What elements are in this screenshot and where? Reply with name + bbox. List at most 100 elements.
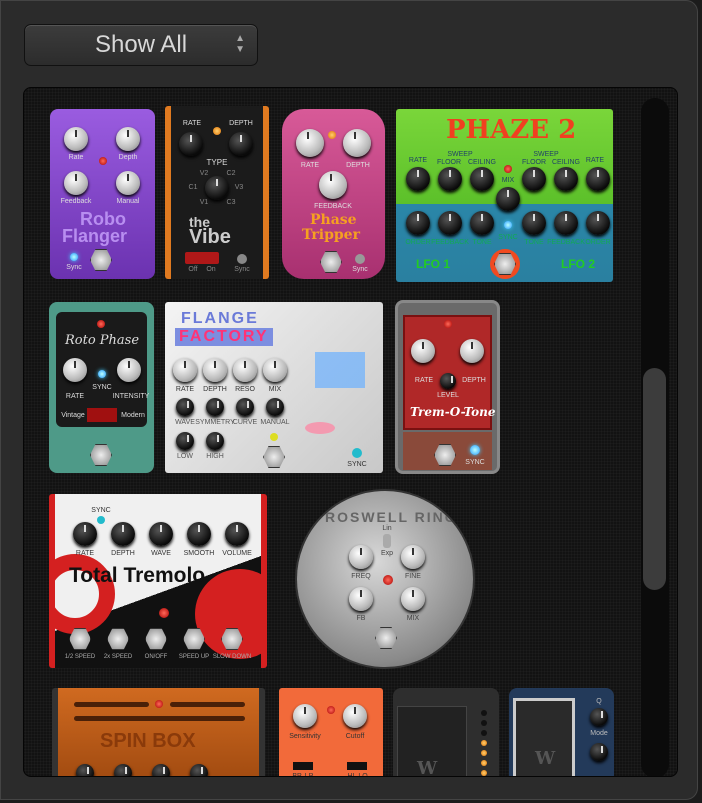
- rate-knob[interactable]: [173, 358, 197, 382]
- pedal-robo-flanger[interactable]: Rate Depth Feedback Manual Robo Flanger …: [50, 109, 155, 279]
- feedback-knob[interactable]: [438, 211, 462, 235]
- cutoff-knob[interactable]: [343, 704, 367, 728]
- double-speed-switch[interactable]: [107, 628, 129, 650]
- reso-knob[interactable]: [233, 358, 257, 382]
- rate-knob[interactable]: [586, 167, 610, 191]
- depth-knob[interactable]: [116, 127, 140, 151]
- footswitch[interactable]: [263, 446, 285, 468]
- feedback-knob[interactable]: [64, 171, 88, 195]
- mode-knob[interactable]: [590, 743, 608, 761]
- rate-knob[interactable]: [64, 127, 88, 151]
- level-knob[interactable]: [440, 373, 456, 389]
- high-knob[interactable]: [206, 432, 224, 450]
- footswitch[interactable]: [320, 251, 342, 273]
- rate-knob[interactable]: [406, 167, 430, 191]
- pedal-trem-o-tone[interactable]: RATE DEPTH LEVEL Trem-O-Tone SYNC: [395, 300, 500, 474]
- sync-led[interactable]: [352, 448, 362, 458]
- pedal-phase-tripper[interactable]: RATE DEPTH FEEDBACK Phase Tripper Sync: [282, 109, 385, 279]
- sync-led[interactable]: [97, 516, 105, 524]
- feedback-knob[interactable]: [554, 211, 578, 235]
- pedal-phaze-2[interactable]: PHAZE 2 RATE SWEEP FLOOR CEILING SWEEP F…: [396, 109, 613, 282]
- pedal-spin-box[interactable]: SPIN BOX: [52, 688, 265, 776]
- knob[interactable]: [152, 764, 170, 776]
- mode-switch[interactable]: [87, 408, 117, 422]
- floor-knob[interactable]: [522, 167, 546, 191]
- title: Roto Phase: [65, 333, 140, 348]
- wave-knob[interactable]: [149, 522, 173, 546]
- depth-knob[interactable]: [203, 358, 227, 382]
- knob[interactable]: [190, 764, 208, 776]
- footswitch[interactable]: [90, 249, 112, 271]
- wave-knob[interactable]: [176, 398, 194, 416]
- mix-knob[interactable]: [263, 358, 287, 382]
- lin-exp-toggle[interactable]: [383, 534, 391, 548]
- label: Modern: [121, 412, 145, 419]
- label: VOLUME: [222, 550, 252, 557]
- tone-knob[interactable]: [522, 211, 546, 235]
- pedal-flange-factory[interactable]: FLANGE FACTORY RATE DEPTH RESO MIX WAVE …: [165, 302, 383, 473]
- knob[interactable]: [114, 764, 132, 776]
- sync-led[interactable]: [504, 221, 512, 229]
- sensitivity-knob[interactable]: [293, 704, 317, 728]
- led: [504, 165, 512, 173]
- feedback-knob[interactable]: [319, 171, 347, 199]
- rate-knob[interactable]: [63, 358, 87, 382]
- pedal-the-vibe[interactable]: RATE DEPTH TYPE V2 C2 C1 V3 V1 C3 the Vi…: [165, 106, 269, 279]
- pedal-wah-blue[interactable]: W Q Mode: [509, 688, 614, 776]
- sync-button[interactable]: [237, 254, 247, 264]
- scrollbar-thumb[interactable]: [643, 368, 666, 590]
- curve-knob[interactable]: [236, 398, 254, 416]
- depth-knob[interactable]: [229, 132, 253, 156]
- bp-lp-switch[interactable]: [293, 762, 313, 770]
- pedal-wah-black[interactable]: W: [393, 688, 499, 776]
- order-knob[interactable]: [406, 211, 430, 235]
- label: CURVE: [232, 419, 258, 426]
- pedal-roswell-ringer[interactable]: ROSWELL RINGER Lin Exp FREQ FINE FB MIX: [295, 489, 475, 669]
- ceiling-knob[interactable]: [470, 167, 494, 191]
- category-popup[interactable]: Show All ▲ ▼: [24, 24, 258, 66]
- rate-knob[interactable]: [73, 522, 97, 546]
- label: ORDER: [405, 239, 431, 246]
- ceiling-knob[interactable]: [554, 167, 578, 191]
- depth-knob[interactable]: [460, 339, 484, 363]
- fine-knob[interactable]: [401, 545, 425, 569]
- hi-lo-switch[interactable]: [347, 762, 367, 770]
- pedal-grid: Rate Depth Feedback Manual Robo Flanger …: [23, 87, 678, 777]
- mix-knob[interactable]: [401, 587, 425, 611]
- pedal-total-tremolo[interactable]: SYNC RATE DEPTH WAVE SMOOTH VOLUME Total…: [49, 494, 267, 668]
- mix-knob[interactable]: [496, 187, 520, 211]
- smooth-knob[interactable]: [187, 522, 211, 546]
- sync-led[interactable]: [470, 445, 480, 455]
- volume-knob[interactable]: [225, 522, 249, 546]
- knob[interactable]: [76, 764, 94, 776]
- type-knob[interactable]: [205, 176, 229, 200]
- manual-knob[interactable]: [116, 171, 140, 195]
- sync-led[interactable]: [98, 370, 106, 378]
- floor-knob[interactable]: [438, 167, 462, 191]
- pedal-roto-phase[interactable]: Roto Phase SYNC RATE INTENSITY Vintage M…: [49, 302, 154, 473]
- rate-knob[interactable]: [179, 132, 203, 156]
- q-knob[interactable]: [590, 708, 608, 726]
- rate-knob[interactable]: [411, 339, 435, 363]
- intensity-knob[interactable]: [117, 358, 141, 382]
- footswitch[interactable]: [375, 627, 397, 649]
- on-off-switch[interactable]: [145, 628, 167, 650]
- sync-led[interactable]: [70, 253, 78, 261]
- symmetry-knob[interactable]: [206, 398, 224, 416]
- label: 1/2 SPEED: [64, 654, 96, 660]
- rate-knob[interactable]: [296, 129, 324, 157]
- manual-knob[interactable]: [266, 398, 284, 416]
- order-knob[interactable]: [586, 211, 610, 235]
- depth-knob[interactable]: [343, 129, 371, 157]
- depth-knob[interactable]: [111, 522, 135, 546]
- footswitch[interactable]: [90, 444, 112, 466]
- fb-knob[interactable]: [349, 587, 373, 611]
- on-off-switch[interactable]: [185, 252, 219, 264]
- label: SLOW DOWN: [212, 654, 252, 660]
- tone-knob[interactable]: [470, 211, 494, 235]
- freq-knob[interactable]: [349, 545, 373, 569]
- pedal-auto-filter[interactable]: Sensitivity Cutoff BP LP HI LO: [279, 688, 383, 776]
- sync-button[interactable]: [355, 254, 365, 264]
- title: Trem-O-Tone: [410, 405, 496, 419]
- low-knob[interactable]: [176, 432, 194, 450]
